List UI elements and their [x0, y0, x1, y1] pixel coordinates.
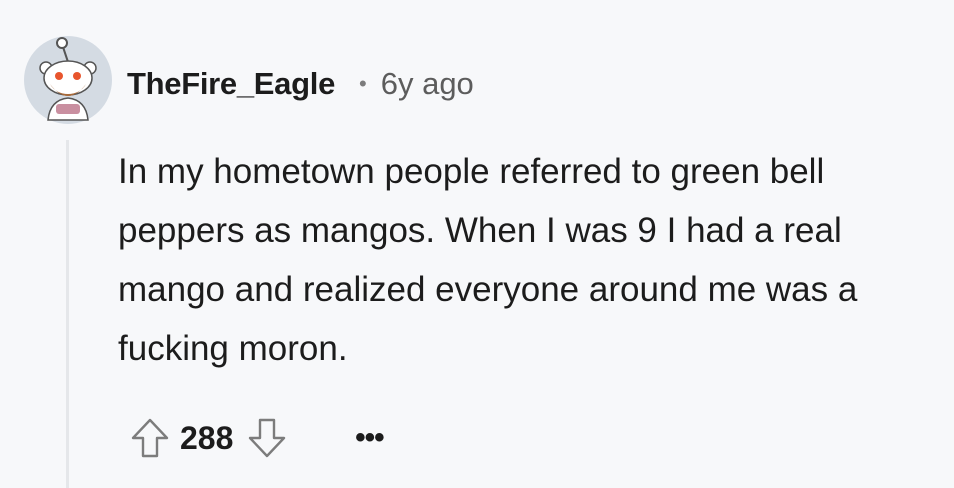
arrow-up-icon: [131, 418, 169, 458]
more-options-button[interactable]: •••: [347, 416, 391, 460]
arrow-down-icon: [249, 418, 286, 458]
snoo-avatar-icon: [24, 36, 112, 124]
thread-line[interactable]: [66, 140, 69, 488]
comment-body: In my hometown people referred to green …: [118, 152, 858, 368]
vote-score: 288: [180, 419, 234, 456]
downvote-button[interactable]: [245, 416, 289, 460]
comment-header: TheFire_Eagle • 6y ago: [127, 62, 474, 106]
upvote-button[interactable]: [128, 416, 172, 460]
avatar[interactable]: [22, 34, 114, 126]
timestamp[interactable]: 6y ago: [381, 66, 474, 102]
username-link[interactable]: TheFire_Eagle: [127, 66, 335, 102]
separator-dot: •: [359, 71, 367, 96]
comment-actions: 288 •••: [128, 412, 391, 464]
